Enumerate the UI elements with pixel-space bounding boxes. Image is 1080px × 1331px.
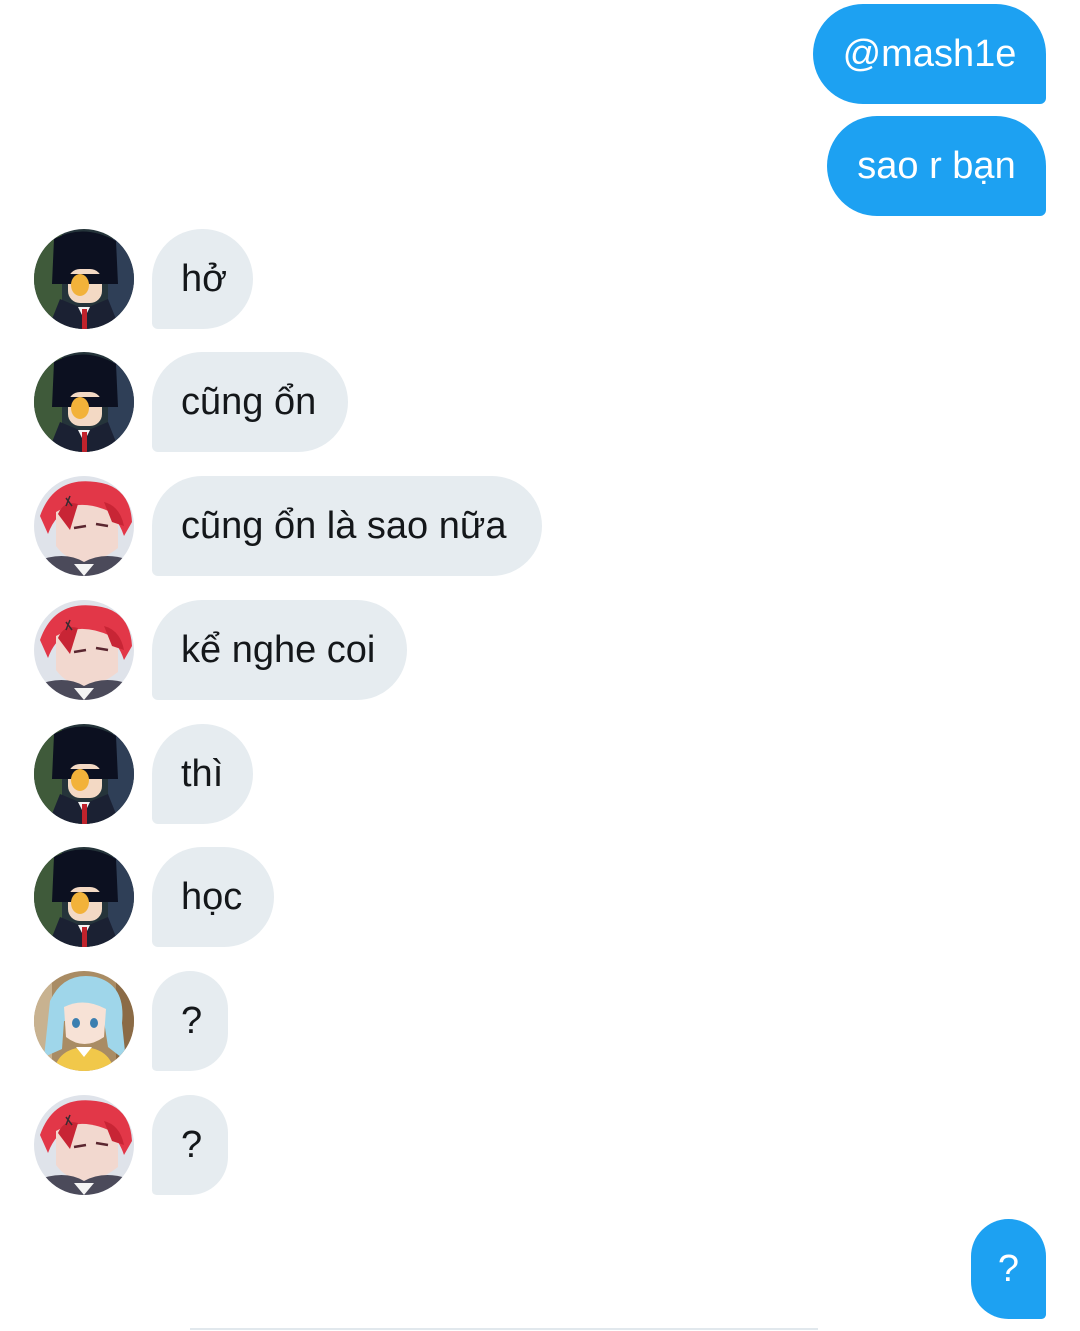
outgoing-message-bubble[interactable]: @mash1e xyxy=(813,4,1046,104)
dark-hair-avatar[interactable] xyxy=(34,352,134,452)
incoming-message-bubble[interactable]: ? xyxy=(152,1095,228,1195)
incoming-message-bubble[interactable]: thì xyxy=(152,724,253,824)
red-hair-avatar[interactable] xyxy=(34,600,134,700)
red-hair-avatar[interactable] xyxy=(34,476,134,576)
light-blue-hair-avatar[interactable] xyxy=(34,971,134,1071)
incoming-message-bubble[interactable]: hở xyxy=(152,229,253,329)
incoming-message-bubble[interactable]: cũng ổn xyxy=(152,352,348,452)
incoming-message-bubble[interactable]: ? xyxy=(152,971,228,1071)
dark-hair-avatar[interactable] xyxy=(34,847,134,947)
dark-hair-avatar[interactable] xyxy=(34,724,134,824)
incoming-message-bubble[interactable]: kể nghe coi xyxy=(152,600,407,700)
composer-divider xyxy=(190,1328,818,1330)
incoming-message-bubble[interactable]: học xyxy=(152,847,274,947)
outgoing-message-bubble[interactable]: ? xyxy=(971,1219,1046,1319)
red-hair-avatar[interactable] xyxy=(34,1095,134,1195)
incoming-message-bubble[interactable]: cũng ổn là sao nữa xyxy=(152,476,542,576)
outgoing-message-bubble[interactable]: sao r bạn xyxy=(827,116,1046,216)
dark-hair-avatar[interactable] xyxy=(34,229,134,329)
